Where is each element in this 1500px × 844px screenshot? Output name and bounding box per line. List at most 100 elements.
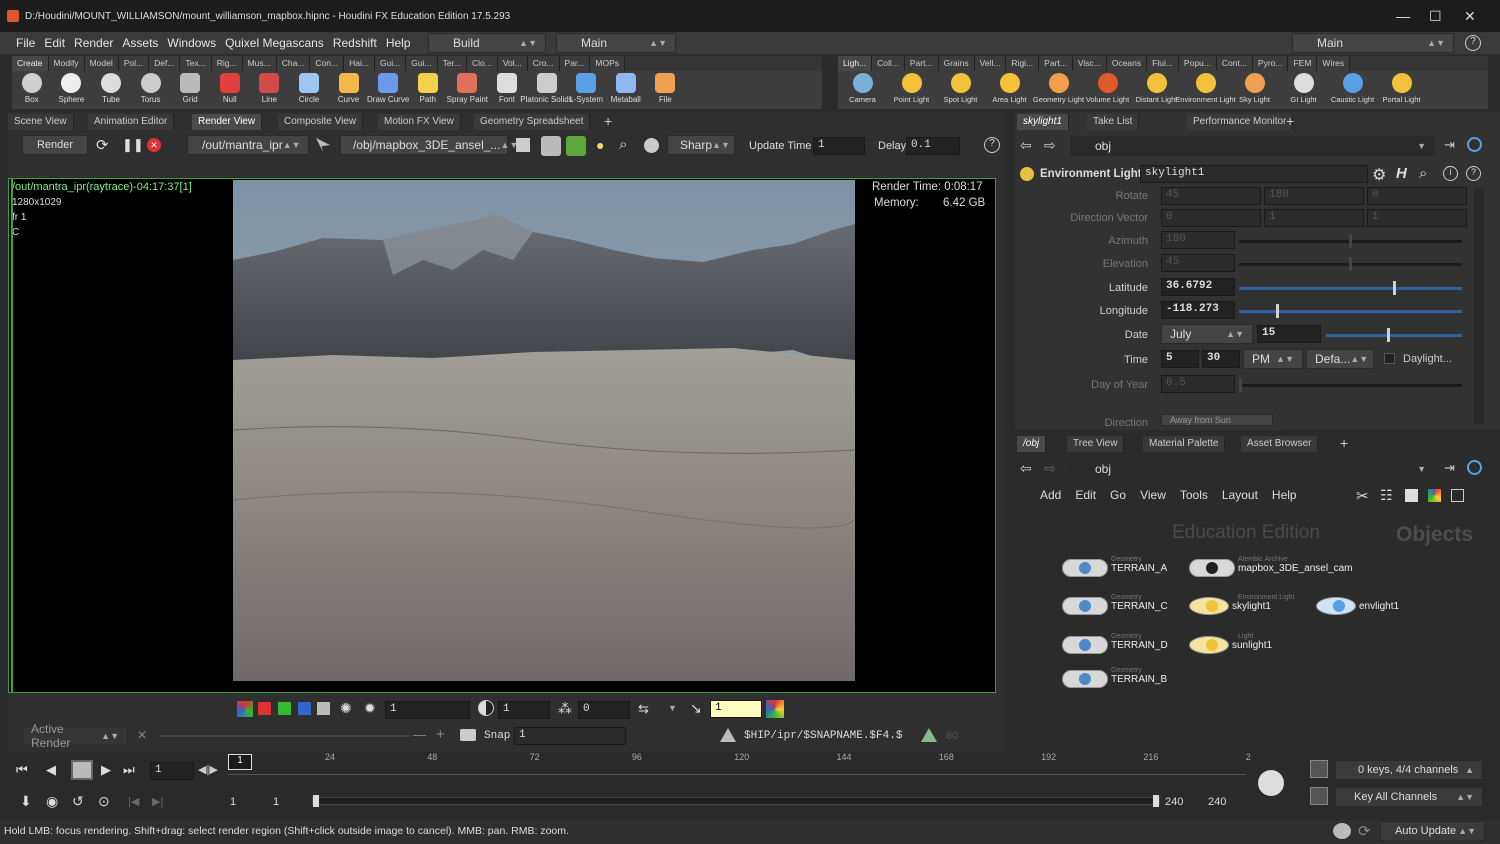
tools-icon[interactable]: ✂ [1356,487,1369,505]
forward-arrow-icon[interactable]: ⇨ [1044,460,1056,477]
link-icon[interactable] [1467,137,1482,152]
tab-motion-fx-view[interactable]: Motion FX View [378,114,461,130]
network-node[interactable]: envlight1 [1316,597,1399,615]
rgb-channel-icon[interactable] [237,701,253,717]
param-rotate-1[interactable]: 180 [1264,187,1364,205]
shelf-tool[interactable]: Metaball [606,71,646,109]
tab-animation-editor[interactable]: Animation Editor [88,114,175,130]
jump-start-icon[interactable]: ⏮ [16,762,40,780]
compare-icon[interactable]: ⇆ [638,701,649,717]
snapshot-path[interactable]: $HIP/ipr/$SNAPNAME.$F4.$ [744,730,902,742]
close-button[interactable]: ✕ [1464,8,1476,25]
direction-mode-select[interactable]: Away from Sun [1161,414,1273,426]
network-node[interactable]: TERRAIN_C [1062,597,1168,615]
shelf-tab-lights[interactable]: Rigi... [1006,56,1040,71]
param-rotate-2[interactable]: 0 [1367,187,1467,205]
render-button[interactable]: Render [22,135,88,155]
ampm-select[interactable]: PM ▲▼ [1243,349,1303,369]
shelf-tool[interactable]: Torus [131,71,171,109]
sync-icon[interactable]: ⟳ [1358,822,1371,840]
network-menu-go[interactable]: Go [1110,488,1126,502]
shelf-tool[interactable]: Draw Curve [367,71,409,109]
param-azimuth-knob[interactable] [1349,234,1352,248]
shelf-tool[interactable]: Spray Paint [447,71,488,109]
sphere-preview-icon[interactable] [644,138,659,153]
forward-arrow-icon[interactable]: ⇨ [1044,137,1056,154]
shelf-tab[interactable]: Create [12,56,49,71]
stop-button[interactable] [71,760,93,780]
range-slider[interactable] [312,795,1160,807]
tab-geometry-spreadsheet[interactable]: Geometry Spreadsheet [474,114,591,130]
select-object-icon[interactable] [516,138,530,152]
rendered-image[interactable] [233,180,855,681]
hour-field[interactable]: 5 [1161,350,1199,368]
shelf-tool[interactable]: Circle [289,71,329,109]
info-icon[interactable]: i [1443,166,1458,181]
tree-icon[interactable]: ☷ [1380,487,1393,504]
shelf-tab[interactable]: Modify [48,56,85,71]
shelf-tool[interactable]: Tube [91,71,131,109]
param-path-select[interactable]: obj ▼ [1070,136,1435,156]
shelf-tab[interactable]: Gui... [374,56,407,71]
search-icon[interactable]: ⌕ [1419,165,1427,182]
update-time-field[interactable]: 1 [813,137,865,155]
help-icon[interactable]: ? [1466,166,1481,181]
play-reverse-icon[interactable]: ◀ [46,762,56,778]
green-channel-icon[interactable] [278,702,291,715]
minute-field[interactable]: 30 [1202,350,1240,368]
minus-icon[interactable]: — [413,727,426,742]
menu-quixel[interactable]: Quixel Megascans [225,36,324,50]
menu-render[interactable]: Render [74,36,113,50]
delete-snapshot-icon[interactable]: ✕ [137,728,147,742]
light-tool[interactable]: GI Light [1279,71,1328,109]
month-select[interactable]: July ▲▼ [1161,324,1253,344]
timezone-select[interactable]: Defa... ▲▼ [1306,349,1374,369]
tab-asset-browser[interactable]: Asset Browser [1241,436,1319,452]
shelf-tool[interactable]: Curve [329,71,369,109]
shelf-tab-lights[interactable]: Flui... [1147,56,1179,71]
snap-field[interactable]: 1 [514,727,626,745]
tab-material-palette[interactable]: Material Palette [1143,436,1226,452]
preview-icon[interactable] [566,136,586,156]
shelf-tab[interactable]: Tex... [180,56,212,71]
loop-icon[interactable]: ↺ [72,793,84,810]
network-menu-view[interactable]: View [1140,488,1166,502]
shelf-tool[interactable]: Platonic Solids [520,71,573,109]
red-channel-icon[interactable] [258,702,271,715]
tab-obj[interactable]: /obj [1017,436,1047,452]
chevron-down-icon[interactable]: ▼ [668,703,677,713]
shelf-tab[interactable]: Cro... [527,56,560,71]
light-tool[interactable]: Distant Light [1132,71,1181,109]
hda-icon[interactable]: H [1396,165,1407,182]
shelf-tab[interactable]: Par... [559,56,591,71]
day-slider-knob[interactable] [1387,328,1390,342]
tab-composite-view[interactable]: Composite View [278,114,364,130]
light-tool[interactable]: Volume Light [1083,71,1132,109]
audio-icon[interactable]: ⬇ [20,793,32,810]
delay-field[interactable]: 0.1 [906,137,960,155]
light-tool[interactable]: Area Light [985,71,1034,109]
end-frame[interactable]: 240 [1208,796,1226,808]
speaker-icon[interactable]: ◉ [46,793,58,810]
shelf-tab[interactable]: Pol... [118,56,150,71]
range-end[interactable]: 240 [1165,796,1183,808]
chat-icon[interactable] [1333,823,1351,839]
shelf-tab-lights[interactable]: Pyro... [1252,56,1289,71]
network-menu-layout[interactable]: Layout [1222,488,1258,502]
shelf-tab-lights[interactable]: Coll... [872,56,905,71]
shelf-tab[interactable]: Rig... [211,56,243,71]
help-icon[interactable]: ? [984,137,1000,153]
current-frame-marker[interactable]: 1 [228,754,252,770]
day-slider[interactable] [1326,334,1462,337]
network-node[interactable]: skylight1 [1189,597,1271,615]
param-rotate-0[interactable]: 45 [1161,187,1261,205]
menu-help[interactable]: Help [386,36,411,50]
shelf-tab-lights[interactable]: Ligh... [838,56,873,71]
tab-tree-view[interactable]: Tree View [1067,436,1125,452]
network-menu-add[interactable]: Add [1040,488,1061,502]
next-key-icon[interactable]: ▶| [152,795,163,808]
shelf-tab-lights[interactable]: Part... [904,56,939,71]
network-node[interactable]: TERRAIN_D [1062,636,1168,654]
link-icon[interactable] [1467,460,1482,475]
gamma-field[interactable]: 1 [498,701,550,719]
